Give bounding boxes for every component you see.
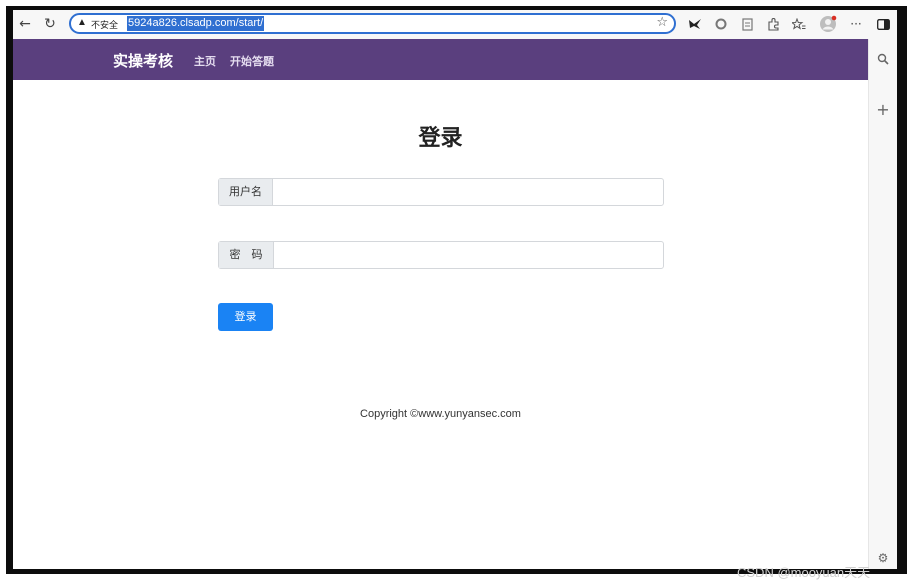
password-input[interactable] — [274, 242, 663, 270]
favorites-icon[interactable] — [790, 15, 808, 33]
circle-extension-icon[interactable] — [712, 15, 730, 33]
back-icon[interactable]: ← — [16, 15, 34, 33]
login-button[interactable]: 登录 — [218, 303, 273, 331]
more-menu-icon[interactable]: ··· — [847, 15, 865, 33]
settings-gear-icon[interactable]: ⚙ — [876, 551, 890, 565]
reload-icon[interactable]: ↻ — [41, 15, 59, 33]
insecure-label[interactable]: 不安全 — [91, 18, 118, 31]
extensions-puzzle-icon[interactable] — [764, 15, 782, 33]
browser-window: ← ↻ ▲ 不安全 5924a826.clsadp.com/start/ ☆ ·… — [13, 10, 897, 569]
watermark-text: CSDN @mooyuan天天 — [737, 565, 871, 580]
bird-extension-icon[interactable] — [686, 15, 704, 33]
page-content: 实操考核 主页 开始答题 登录 用户名 密 码 登录 Copyright ©ww… — [13, 39, 868, 569]
reading-view-icon[interactable] — [738, 15, 756, 33]
add-icon[interactable]: + — [876, 102, 890, 118]
warning-icon[interactable]: ▲ — [77, 17, 87, 28]
brand-title[interactable]: 实操考核 — [113, 50, 173, 71]
password-label: 密 码 — [219, 242, 274, 268]
nav-link-home[interactable]: 主页 — [194, 53, 216, 69]
browser-side-panel: + ⚙ — [868, 39, 897, 569]
sidebar-toggle-icon[interactable] — [874, 15, 892, 33]
password-input-group: 密 码 — [218, 241, 664, 270]
copyright-text: Copyright ©www.yunyansec.com — [360, 408, 521, 420]
browser-toolbar: ← ↻ ▲ 不安全 5924a826.clsadp.com/start/ ☆ ·… — [13, 10, 897, 39]
url-text[interactable]: 5924a826.clsadp.com/start/ — [127, 16, 265, 31]
username-label: 用户名 — [219, 179, 273, 205]
nav-link-start-quiz[interactable]: 开始答题 — [230, 53, 274, 69]
search-icon[interactable] — [876, 53, 890, 67]
profile-avatar-icon[interactable] — [819, 15, 837, 33]
page-title: 登录 — [418, 126, 463, 151]
navbar: 实操考核 主页 开始答题 — [13, 39, 868, 80]
address-bar[interactable]: ▲ 不安全 5924a826.clsadp.com/start/ ☆ — [69, 13, 676, 34]
favorite-star-icon[interactable]: ☆ — [656, 15, 668, 30]
username-input[interactable] — [273, 179, 663, 207]
username-input-group: 用户名 — [218, 178, 664, 207]
